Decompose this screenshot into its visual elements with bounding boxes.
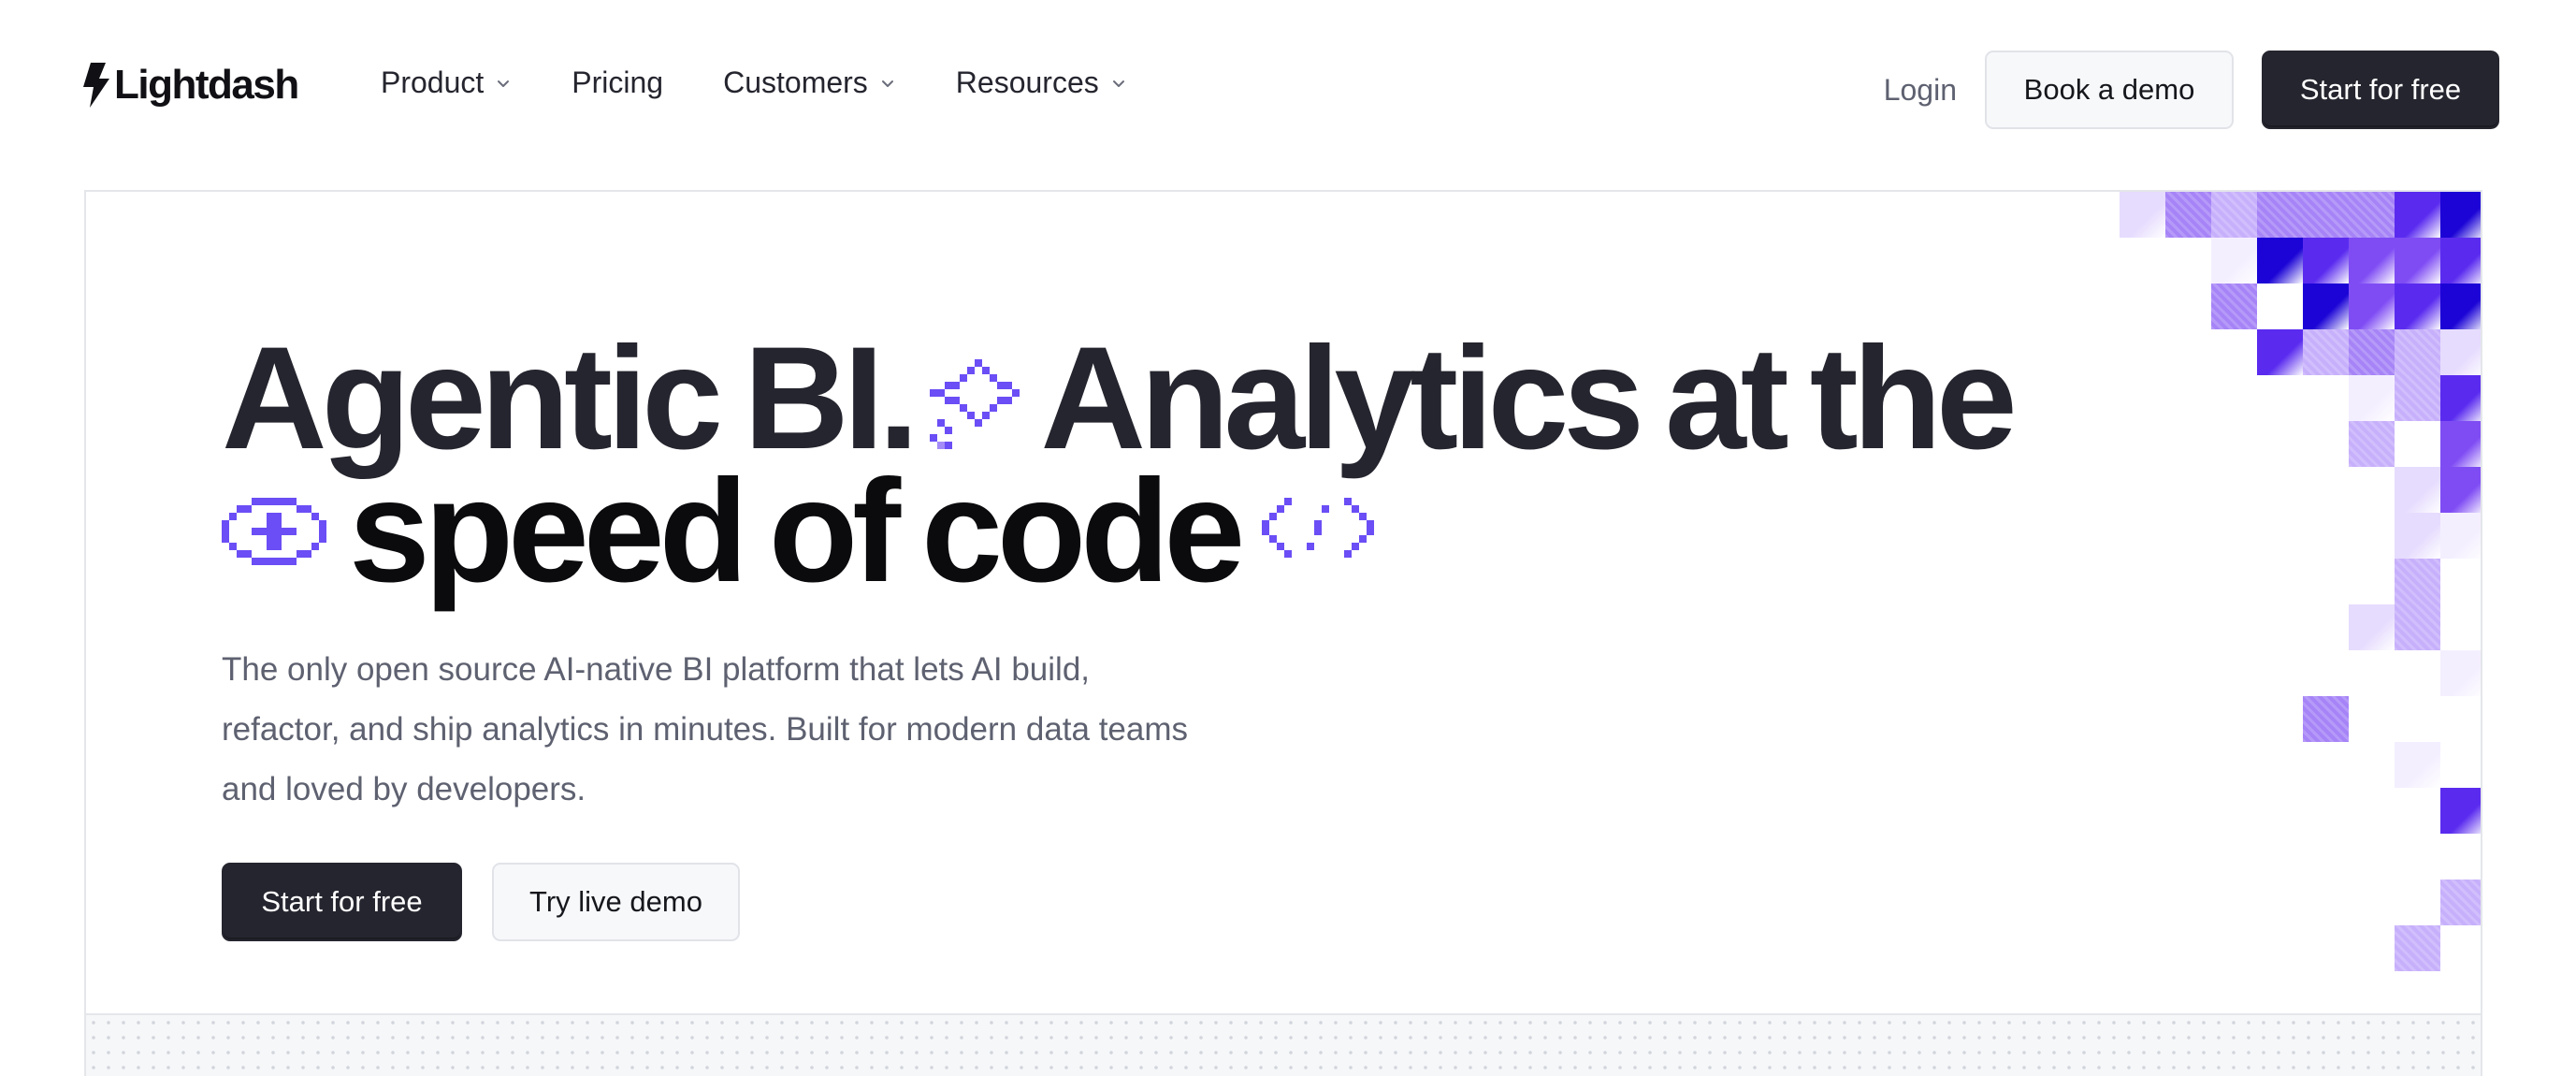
mosaic-tile — [2440, 375, 2481, 421]
mosaic-tile — [2395, 238, 2440, 284]
nav-item-pricing[interactable]: Pricing — [572, 65, 663, 100]
pixel-code-brackets-icon — [1262, 498, 1375, 565]
nav-item-label: Customers — [723, 65, 868, 99]
hero-section: Agentic BI. Analytics at the speed of co… — [84, 190, 2482, 1013]
nav-item-label: Resources — [955, 65, 1099, 99]
mosaic-tile — [2303, 284, 2349, 329]
lightning-bolt-icon — [82, 62, 110, 109]
pixel-eye-icon — [222, 498, 326, 565]
nav-item-customers[interactable]: Customers — [723, 65, 896, 100]
headline-line-1: Agentic BI. Analytics at the — [222, 317, 2018, 480]
mosaic-tile — [2395, 284, 2440, 329]
mosaic-tile — [2349, 238, 2395, 284]
mosaic-tile — [2257, 238, 2303, 284]
mosaic-tile — [2303, 329, 2349, 375]
headline-word: of — [768, 450, 901, 613]
mosaic-tile — [2440, 880, 2481, 925]
headline-word: Agentic — [222, 317, 723, 480]
book-demo-button[interactable]: Book a demo — [1985, 51, 2234, 129]
mosaic-tile — [2440, 650, 2481, 696]
mosaic-tile — [2211, 238, 2257, 284]
chevron-down-icon — [1110, 75, 1127, 92]
mosaic-tile — [2440, 467, 2481, 513]
hero-start-free-button[interactable]: Start for free — [222, 863, 462, 941]
mosaic-tile — [2395, 192, 2440, 238]
hero-subtext: The only open source AI-native BI platfo… — [222, 651, 1189, 807]
mosaic-tile — [2440, 284, 2481, 329]
chevron-down-icon — [495, 75, 512, 92]
mosaic-tile — [2349, 604, 2395, 650]
pixel-mosaic-decoration — [2120, 192, 2481, 1013]
headline-word: speed — [349, 450, 748, 613]
nav-item-resources[interactable]: Resources — [956, 65, 1127, 100]
headline-word: the — [1809, 317, 2018, 480]
pixel-sparkle-icon — [930, 359, 1020, 449]
hero-headline: Agentic BI. Analytics at the speed of co… — [222, 317, 2018, 613]
headline-line-2: speed of code — [222, 450, 2012, 613]
mosaic-tile — [2211, 192, 2257, 238]
mosaic-tile — [2395, 742, 2440, 788]
lightdash-logo[interactable]: Lightdash — [82, 62, 299, 109]
headline-word: BI. — [744, 317, 919, 480]
mosaic-tile — [2440, 788, 2481, 834]
mosaic-tile — [2395, 467, 2440, 513]
headline-word: code — [921, 450, 1245, 613]
mosaic-tile — [2349, 192, 2395, 238]
mosaic-tile — [2395, 925, 2440, 971]
mosaic-tile — [2440, 238, 2481, 284]
dotted-background-strip — [84, 1013, 2482, 1076]
headline-word: at — [1665, 317, 1789, 480]
nav-actions: Login Book a demo Start for free — [1884, 51, 2499, 129]
mosaic-tile — [2440, 421, 2481, 467]
mosaic-tile — [2395, 604, 2440, 650]
mosaic-tile — [2257, 192, 2303, 238]
mosaic-tile — [2349, 375, 2395, 421]
mosaic-tile — [2257, 329, 2303, 375]
hero-cta-group: Start for free Try live demo — [222, 863, 740, 941]
mosaic-tile — [2440, 513, 2481, 559]
mosaic-tile — [2349, 284, 2395, 329]
nav-item-label: Product — [381, 65, 485, 99]
chevron-down-icon — [879, 75, 896, 92]
top-navigation: Lightdash Product Pricing Customers Reso… — [0, 0, 2576, 180]
start-free-button[interactable]: Start for free — [2262, 51, 2499, 129]
login-link[interactable]: Login — [1884, 73, 1957, 108]
mosaic-tile — [2165, 192, 2211, 238]
mosaic-tile — [2395, 513, 2440, 559]
mosaic-tile — [2440, 192, 2481, 238]
mosaic-tile — [2211, 284, 2257, 329]
nav-item-label: Pricing — [572, 65, 664, 99]
mosaic-tile — [2440, 329, 2481, 375]
logo-text: Lightdash — [114, 62, 299, 108]
nav-item-product[interactable]: Product — [381, 65, 512, 100]
mosaic-tile — [2349, 329, 2395, 375]
mosaic-tile — [2303, 696, 2349, 742]
headline-word: Analytics — [1040, 317, 1644, 480]
mosaic-tile — [2395, 375, 2440, 421]
main-menu: Product Pricing Customers Resources — [381, 65, 1187, 100]
mosaic-tile — [2120, 192, 2165, 238]
mosaic-tile — [2395, 329, 2440, 375]
mosaic-tile — [2349, 421, 2395, 467]
try-live-demo-button[interactable]: Try live demo — [492, 863, 740, 941]
mosaic-tile — [2395, 559, 2440, 604]
mosaic-tile — [2303, 192, 2349, 238]
mosaic-tile — [2303, 238, 2349, 284]
